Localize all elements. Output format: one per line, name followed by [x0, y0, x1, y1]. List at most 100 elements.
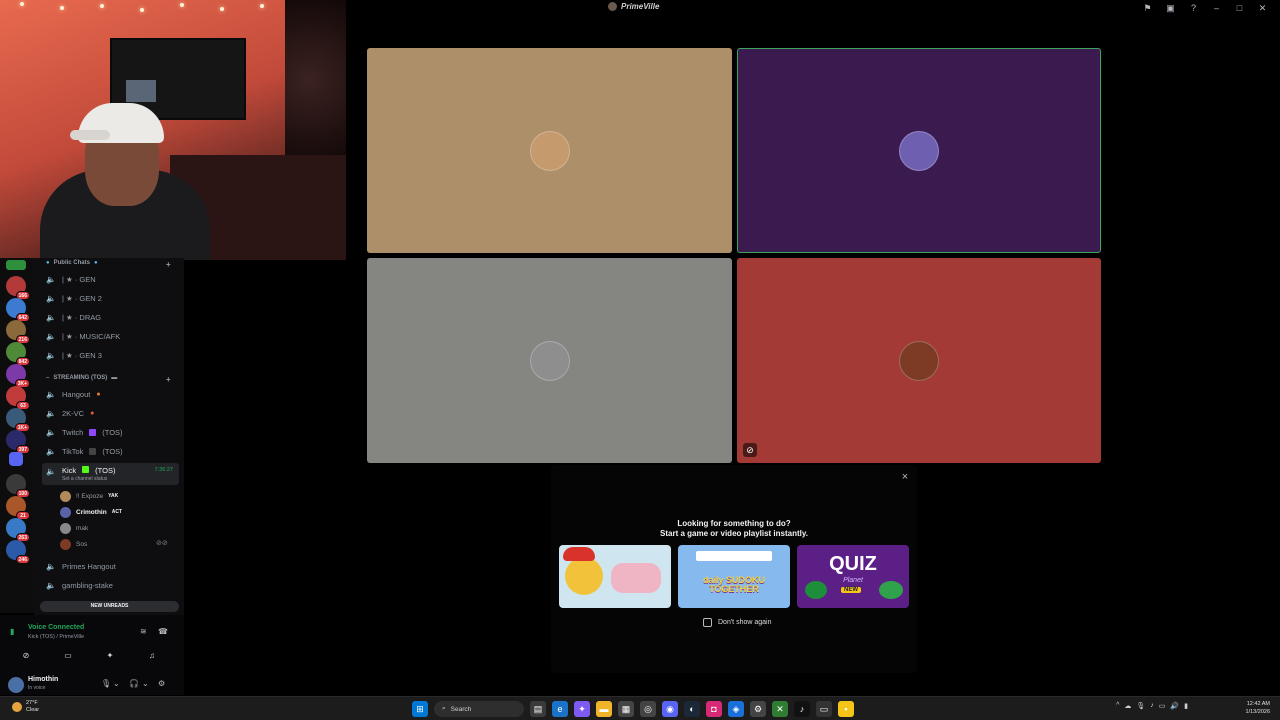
avatar[interactable] [8, 677, 24, 693]
inbox-icon[interactable]: ▣ [1159, 2, 1182, 14]
settings-icon[interactable]: ⚙ [750, 701, 766, 717]
string-light [180, 3, 184, 7]
category-streaming[interactable]: – STREAMING (TOS) ▬ + [46, 375, 171, 384]
edge-icon[interactable]: e [552, 701, 568, 717]
voice-channel[interactable]: 🔈 | ★ · GEN [42, 271, 179, 287]
voice-channel[interactable]: 🔈 gambling-stake [42, 577, 179, 593]
string-light [260, 4, 264, 8]
screen-share-button[interactable]: ▭ [51, 647, 85, 663]
app-icon[interactable]: ▭ [816, 701, 832, 717]
voice-channel[interactable]: 🔈 TikTok (TOS) [42, 443, 179, 459]
participant-tile[interactable] [367, 258, 732, 463]
dont-show-again[interactable]: Don't show again [703, 618, 771, 627]
server-icon[interactable] [6, 260, 26, 270]
activities-button[interactable]: ✦ [93, 647, 127, 663]
volume-icon[interactable]: 🔊 [1170, 702, 1179, 710]
headphones-icon[interactable]: 🎧 [129, 679, 139, 688]
activity-card-quiz-planet[interactable]: QUIZ Planet NEW [797, 545, 909, 608]
voice-user[interactable]: !! Expoze YAK [60, 489, 118, 503]
server-icon[interactable]: 642 [6, 298, 30, 322]
weather-widget[interactable]: 27°F Clear [12, 700, 39, 714]
add-channel-icon[interactable]: + [166, 375, 171, 384]
voice-user[interactable]: mak [60, 521, 88, 535]
server-icon[interactable]: 3K+ [6, 364, 30, 388]
activity-card-chick[interactable] [559, 545, 671, 608]
signal-icon[interactable]: ▮ [10, 627, 14, 636]
server-icon[interactable]: 246 [6, 540, 30, 564]
store-icon[interactable]: ▦ [618, 701, 634, 717]
flag-icon[interactable]: ⚑ [1136, 2, 1159, 14]
voice-connected-title[interactable]: Voice Connected [28, 624, 84, 631]
close-button[interactable]: ✕ [1251, 2, 1274, 14]
server-icon[interactable]: 63 [6, 386, 30, 410]
user-name[interactable]: Himothin [28, 676, 58, 683]
system-clock[interactable]: 12:42 AM 1/13/2026 [1246, 700, 1270, 716]
voice-channel[interactable]: 🔈 Hangout ● [42, 386, 179, 402]
xbox-icon[interactable]: ✕ [772, 701, 788, 717]
soundboard-button[interactable]: ♫ [135, 647, 169, 663]
voice-connected-subtitle[interactable]: Kick (TOS) / PrimeVille [28, 634, 84, 640]
audio-icon[interactable]: ♪ [1150, 702, 1154, 710]
voice-channel[interactable]: 🔈 | ★ · DRAG [42, 309, 179, 325]
messenger-icon[interactable]: ◈ [728, 701, 744, 717]
activity-card-sudoku[interactable]: daily SUDOKU TOGETHER [678, 545, 790, 608]
category-public-chats[interactable]: ● Public Chats ● + [46, 260, 171, 269]
noise-suppression-icon[interactable]: ≋ [140, 627, 147, 636]
folder-icon[interactable] [9, 452, 23, 466]
cloud-icon[interactable]: ☁ [1124, 702, 1131, 710]
disconnect-icon[interactable]: ☎ [158, 627, 168, 636]
steam-icon[interactable]: ◐ [684, 701, 700, 717]
voice-channel[interactable]: 🔈 | ★ · GEN 3 [42, 347, 179, 363]
start-icon[interactable]: ⊞ [412, 701, 428, 717]
voice-channel[interactable]: 🔈 Twitch (TOS) [42, 424, 179, 440]
server-icon[interactable]: 216 [6, 320, 30, 344]
microphone-icon[interactable]: 🎙 [101, 679, 111, 688]
server-icon[interactable]: 1K+ [6, 408, 30, 432]
voice-channel[interactable]: 🔈 Primes Hangout [42, 558, 179, 574]
server-icon[interactable]: 166 [6, 276, 30, 300]
task-view-icon[interactable]: ▤ [530, 701, 546, 717]
discord-icon[interactable]: ◉ [662, 701, 678, 717]
camera-off-button[interactable]: ⊘ [9, 647, 43, 663]
voice-user[interactable]: Sos [60, 537, 87, 551]
voice-channel[interactable]: 🔈 | ★ · GEN 2 [42, 290, 179, 306]
new-unreads-pill[interactable]: NEW UNREADS [40, 601, 179, 612]
channel-label: | ★ · GEN [62, 274, 96, 284]
server-icon[interactable]: 397 [6, 430, 30, 454]
instagram-icon[interactable]: ◘ [706, 701, 722, 717]
dont-show-checkbox[interactable] [703, 618, 712, 627]
chrome-icon[interactable]: ◎ [640, 701, 656, 717]
network-icon[interactable]: ▭ [1159, 702, 1166, 710]
voice-user[interactable]: Crimothin ACT [60, 505, 122, 519]
gear-icon[interactable]: ⚙ [158, 679, 165, 688]
mic-icon[interactable]: 🎙 [1136, 702, 1145, 710]
search-label: Search [450, 705, 472, 713]
tiktok-icon[interactable]: ♪ [794, 701, 810, 717]
channel-status[interactable]: Set a channel status [62, 476, 107, 482]
add-channel-icon[interactable]: + [166, 260, 171, 269]
chevron-up-icon[interactable]: ^ [1116, 702, 1119, 710]
voice-channel-active[interactable]: 🔈 Kick (TOS) Set a channel status 7:36:2… [42, 463, 179, 485]
voice-channel[interactable]: 🔈 | ★ · MUSIC/AFK [42, 328, 179, 344]
battery-icon[interactable]: ▮ [1184, 702, 1188, 710]
server-icon[interactable]: 100 [6, 474, 30, 498]
close-icon[interactable]: × [899, 471, 911, 483]
server-icon[interactable]: 21 [6, 496, 30, 520]
chevron-down-icon[interactable]: ⌄ [113, 679, 120, 688]
participant-tile[interactable]: ⊘ [737, 258, 1101, 463]
participant-tile-speaking[interactable] [737, 48, 1101, 253]
participant-tile[interactable] [367, 48, 732, 253]
voice-channel[interactable]: 🔈 2K-VC ● [42, 405, 179, 421]
copilot-icon[interactable]: ✦ [574, 701, 590, 717]
maximize-button[interactable]: □ [1228, 2, 1251, 14]
sticky-notes-icon[interactable]: ▪ [838, 701, 854, 717]
minimize-button[interactable]: – [1205, 2, 1228, 14]
file-explorer-icon[interactable]: ▬ [596, 701, 612, 717]
server-icon[interactable]: 263 [6, 518, 30, 542]
channel-suffix: (TOS) [102, 427, 123, 437]
search-box[interactable]: ⌕ Search [434, 701, 524, 717]
windows-taskbar: 27°F Clear ⊞ ⌕ Search ▤ e ✦ ▬ ▦ ◎ ◉ ◐ ◘ ◈… [0, 696, 1280, 720]
server-icon[interactable]: 842 [6, 342, 30, 366]
chevron-down-icon[interactable]: ⌄ [142, 679, 149, 688]
help-icon[interactable]: ? [1182, 2, 1205, 14]
